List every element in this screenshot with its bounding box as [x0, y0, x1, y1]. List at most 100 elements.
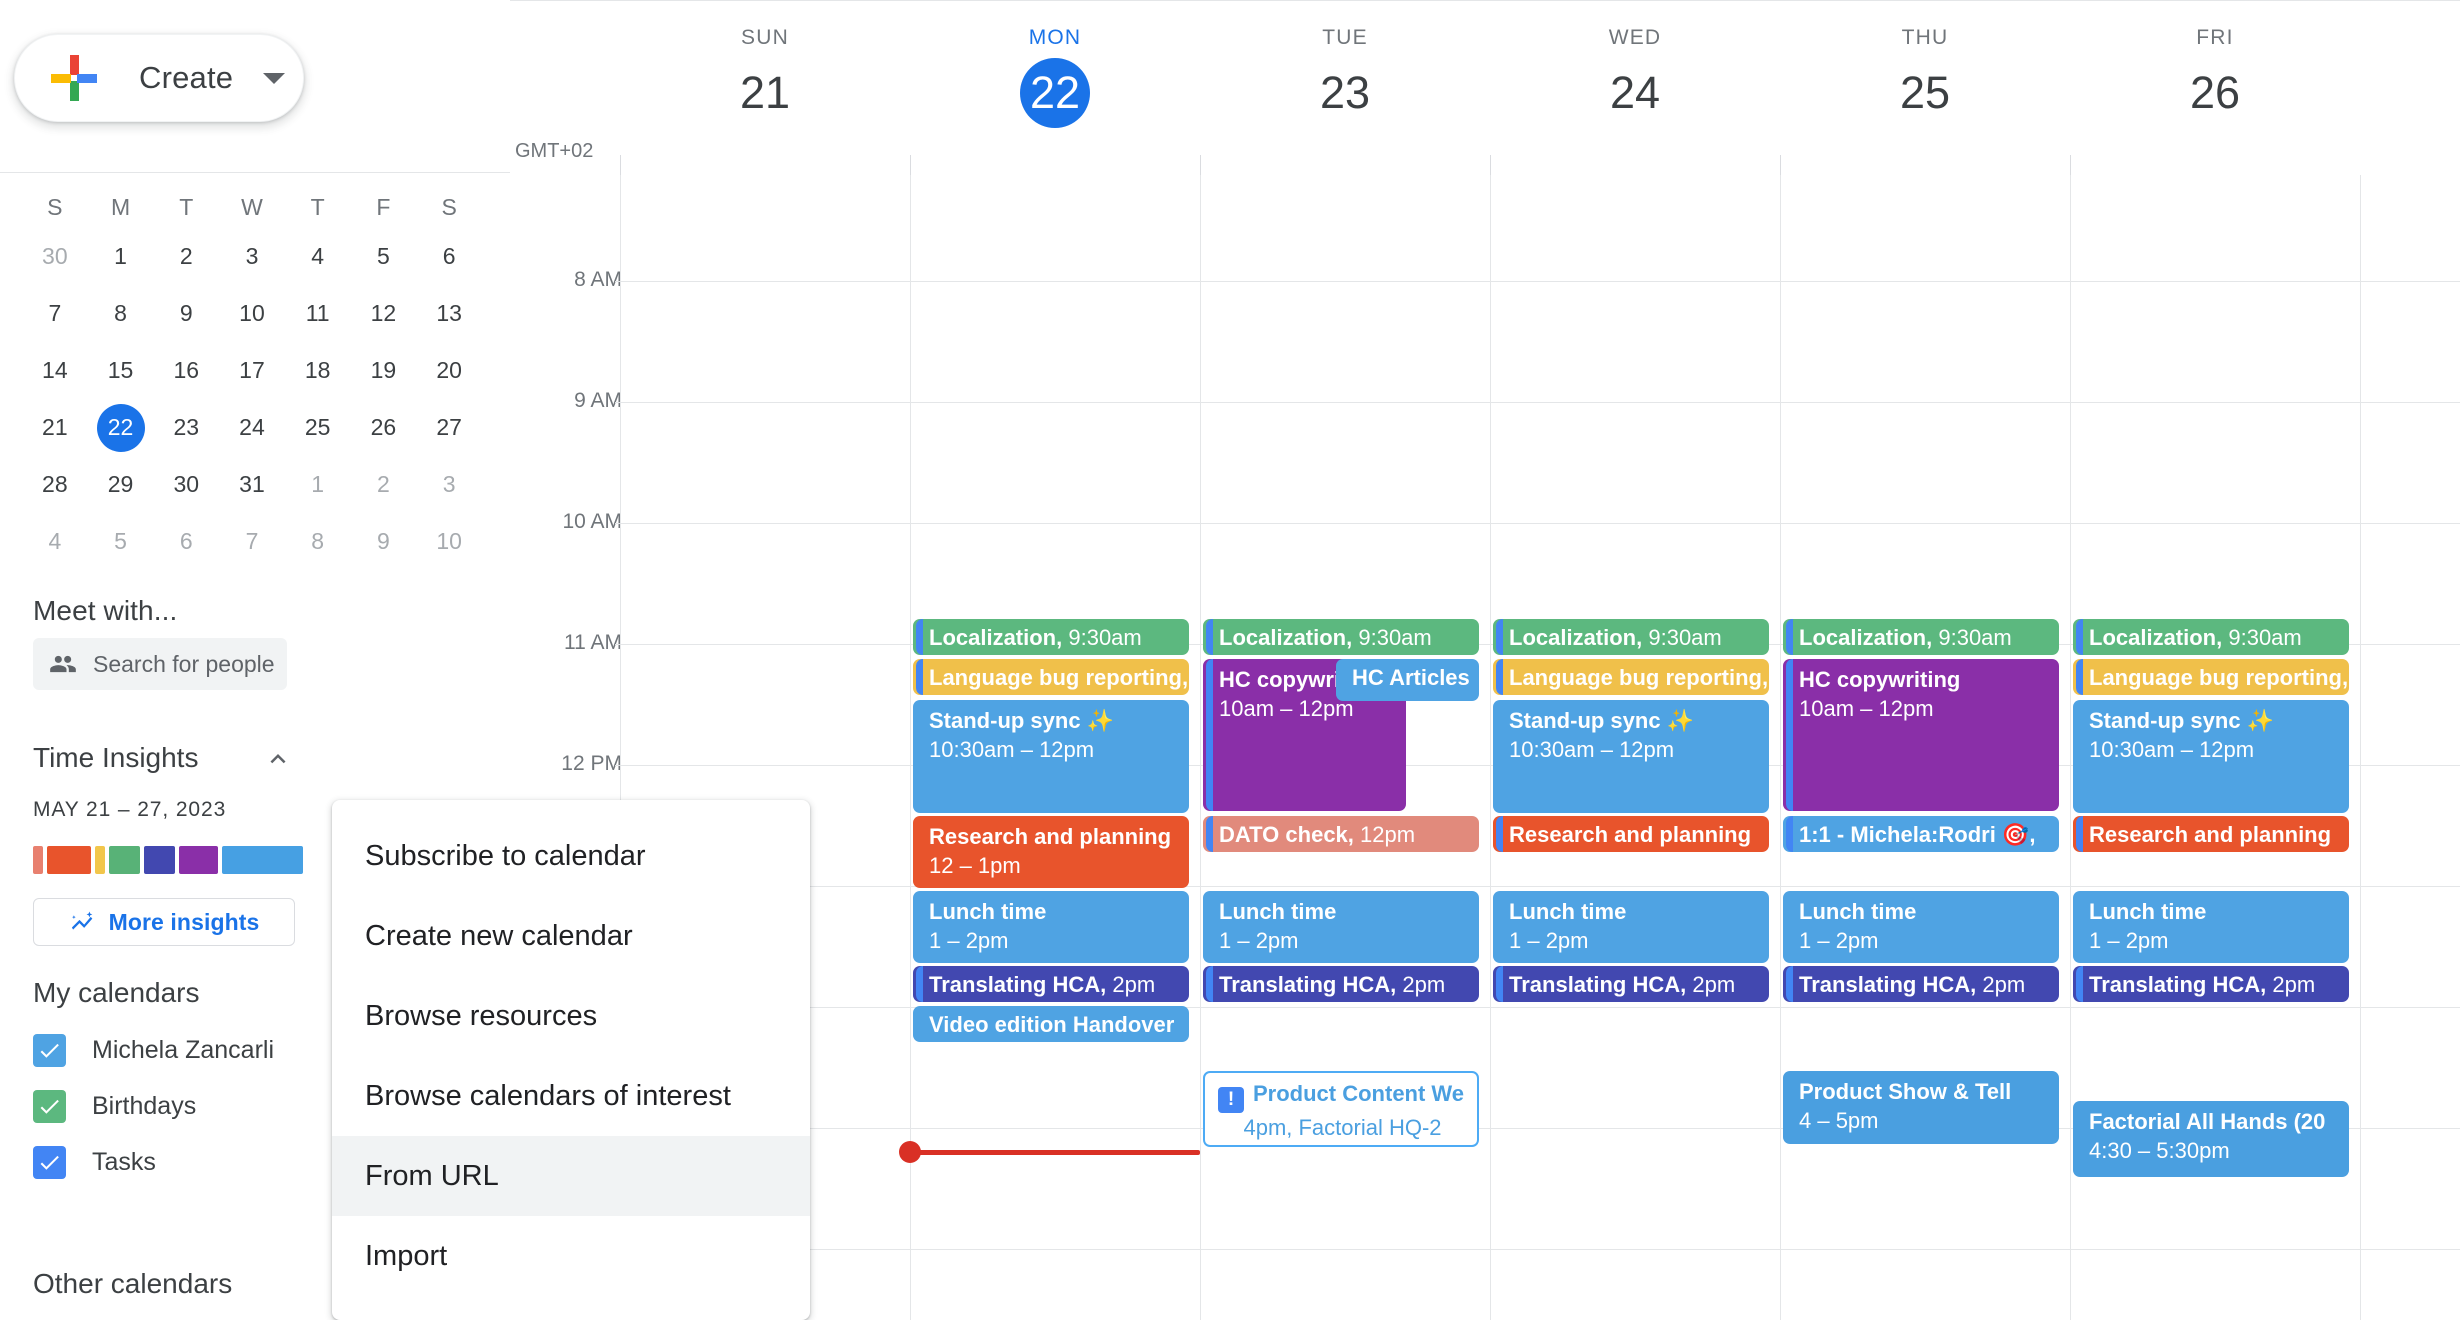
mini-calendar-day-31[interactable]: 31 [219, 456, 285, 513]
menu-item-import[interactable]: Import [332, 1216, 810, 1296]
calendar-event[interactable]: Lunch time 1 – 2pm [913, 891, 1189, 963]
day-header-sun[interactable]: SUN 21 [620, 26, 910, 128]
calendar-event[interactable]: Lunch time 1 – 2pm [1203, 891, 1479, 963]
mini-calendar-day-16[interactable]: 16 [153, 342, 219, 399]
mini-calendar-day-2[interactable]: 2 [153, 228, 219, 285]
mini-calendar-day-9[interactable]: 9 [153, 285, 219, 342]
calendar-event[interactable]: Language bug reporting, [2073, 659, 2349, 695]
calendar-event[interactable]: Stand-up sync ✨ 10:30am – 12pm [2073, 700, 2349, 813]
calendar-event[interactable]: 1:1 - Michela:Rodri 🎯, [1783, 816, 2059, 852]
calendar-event[interactable]: Translating HCA, 2pm [1493, 966, 1769, 1002]
menu-item-subscribe-to-calendar[interactable]: Subscribe to calendar [332, 816, 810, 896]
mini-calendar-day-12[interactable]: 12 [351, 285, 417, 342]
mini-calendar-day-5[interactable]: 5 [88, 513, 154, 570]
calendar-event[interactable]: Factorial All Hands (20 4:30 – 5:30pm [2073, 1101, 2349, 1177]
mini-calendar-day-6[interactable]: 6 [153, 513, 219, 570]
calendar-event[interactable]: Translating HCA, 2pm [1783, 966, 2059, 1002]
calendar-checkbox[interactable] [33, 1145, 66, 1179]
mini-calendar-day-7[interactable]: 7 [219, 513, 285, 570]
mini-calendar-day-21[interactable]: 21 [22, 399, 88, 456]
mini-calendar-day-9[interactable]: 9 [351, 513, 417, 570]
mini-calendar-day-19[interactable]: 19 [351, 342, 417, 399]
mini-calendar-day-15[interactable]: 15 [88, 342, 154, 399]
menu-item-browse-calendars-of-interest[interactable]: Browse calendars of interest [332, 1056, 810, 1136]
mini-calendar-day-11[interactable]: 11 [285, 285, 351, 342]
calendar-event[interactable]: Translating HCA, 2pm [2073, 966, 2349, 1002]
day-header-mon[interactable]: MON 22 [910, 26, 1200, 128]
day-number[interactable]: 23 [1200, 58, 1490, 128]
mini-calendar-day-8[interactable]: 8 [88, 285, 154, 342]
mini-calendar-day-29[interactable]: 29 [88, 456, 154, 513]
calendar-event[interactable]: Translating HCA, 2pm [1203, 966, 1479, 1002]
menu-item-create-new-calendar[interactable]: Create new calendar [332, 896, 810, 976]
calendar-item-michela-zancarli[interactable]: Michela Zancarli [33, 1022, 333, 1078]
search-for-people-input[interactable]: Search for people [33, 638, 287, 690]
calendar-event[interactable]: Localization, 9:30am [2073, 619, 2349, 655]
day-header-wed[interactable]: WED 24 [1490, 26, 1780, 128]
calendar-event[interactable]: Research and planning [2073, 816, 2349, 852]
mini-calendar-day-1[interactable]: 1 [88, 228, 154, 285]
mini-calendar-day-20[interactable]: 20 [416, 342, 482, 399]
day-header-tue[interactable]: TUE 23 [1200, 26, 1490, 128]
day-number[interactable]: 21 [620, 58, 910, 128]
mini-calendar-day-25[interactable]: 25 [285, 399, 351, 456]
mini-calendar-day-30[interactable]: 30 [153, 456, 219, 513]
mini-calendar-day-28[interactable]: 28 [22, 456, 88, 513]
calendar-event[interactable]: Stand-up sync ✨ 10:30am – 12pm [1493, 700, 1769, 813]
calendar-checkbox[interactable] [33, 1033, 66, 1067]
calendar-event-task[interactable]: ! Product Content We 4pm, Factorial HQ-2 [1203, 1071, 1479, 1147]
mini-calendar-day-24[interactable]: 24 [219, 399, 285, 456]
calendar-event[interactable]: HC Articles [1336, 659, 1479, 701]
calendar-event[interactable]: Product Show & Tell 4 – 5pm [1783, 1071, 2059, 1144]
calendar-event[interactable]: Language bug reporting, [913, 659, 1189, 695]
calendar-event[interactable]: Localization, 9:30am [1783, 619, 2059, 655]
mini-calendar-day-18[interactable]: 18 [285, 342, 351, 399]
mini-calendar-day-10[interactable]: 10 [219, 285, 285, 342]
calendar-event[interactable]: Localization, 9:30am [913, 619, 1189, 655]
mini-calendar-day-4[interactable]: 4 [22, 513, 88, 570]
more-insights-button[interactable]: More insights [33, 898, 295, 946]
menu-item-from-url[interactable]: From URL [332, 1136, 810, 1216]
mini-calendar-day-6[interactable]: 6 [416, 228, 482, 285]
day-number[interactable]: 24 [1490, 58, 1780, 128]
mini-calendar-day-17[interactable]: 17 [219, 342, 285, 399]
calendar-event[interactable]: DATO check, 12pm [1203, 816, 1479, 852]
calendar-item-tasks[interactable]: Tasks [33, 1134, 333, 1190]
mini-calendar-day-5[interactable]: 5 [351, 228, 417, 285]
mini-calendar-day-30[interactable]: 30 [22, 228, 88, 285]
calendar-checkbox[interactable] [33, 1089, 66, 1123]
mini-calendar-day-14[interactable]: 14 [22, 342, 88, 399]
mini-calendar-day-1[interactable]: 1 [285, 456, 351, 513]
mini-calendar-day-26[interactable]: 26 [351, 399, 417, 456]
chevron-up-icon[interactable] [258, 742, 298, 776]
mini-calendar-day-3[interactable]: 3 [416, 456, 482, 513]
day-number[interactable]: 25 [1780, 58, 2070, 128]
menu-item-browse-resources[interactable]: Browse resources [332, 976, 810, 1056]
mini-calendar-day-23[interactable]: 23 [153, 399, 219, 456]
calendar-event[interactable]: Localization, 9:30am [1203, 619, 1479, 655]
calendar-event[interactable]: Lunch time 1 – 2pm [1493, 891, 1769, 963]
day-header-thu[interactable]: THU 25 [1780, 26, 2070, 128]
mini-calendar-day-27[interactable]: 27 [416, 399, 482, 456]
calendar-event[interactable]: Translating HCA, 2pm [913, 966, 1189, 1002]
calendar-event[interactable]: Language bug reporting, [1493, 659, 1769, 695]
mini-calendar-day-22[interactable]: 22 [88, 399, 154, 456]
mini-calendar-day-13[interactable]: 13 [416, 285, 482, 342]
mini-calendar-day-8[interactable]: 8 [285, 513, 351, 570]
calendar-item-birthdays[interactable]: Birthdays [33, 1078, 333, 1134]
mini-calendar-day-7[interactable]: 7 [22, 285, 88, 342]
calendar-event[interactable]: Research and planning 12 – 1pm [913, 816, 1189, 888]
calendar-event[interactable]: Lunch time 1 – 2pm [2073, 891, 2349, 963]
calendar-event[interactable]: Stand-up sync ✨ 10:30am – 12pm [913, 700, 1189, 813]
day-number[interactable]: 22 [1020, 58, 1090, 128]
mini-calendar-day-3[interactable]: 3 [219, 228, 285, 285]
day-header-fri[interactable]: FRI 26 [2070, 26, 2360, 128]
calendar-event[interactable]: Localization, 9:30am [1493, 619, 1769, 655]
calendar-event[interactable]: Video edition Handover [913, 1006, 1189, 1042]
calendar-event[interactable]: Lunch time 1 – 2pm [1783, 891, 2059, 963]
create-button[interactable]: Create [14, 34, 304, 122]
day-number[interactable]: 26 [2070, 58, 2360, 128]
calendar-event[interactable]: Research and planning [1493, 816, 1769, 852]
mini-calendar-day-4[interactable]: 4 [285, 228, 351, 285]
calendar-event[interactable]: HC copywriting 10am – 12pm [1783, 659, 2059, 811]
